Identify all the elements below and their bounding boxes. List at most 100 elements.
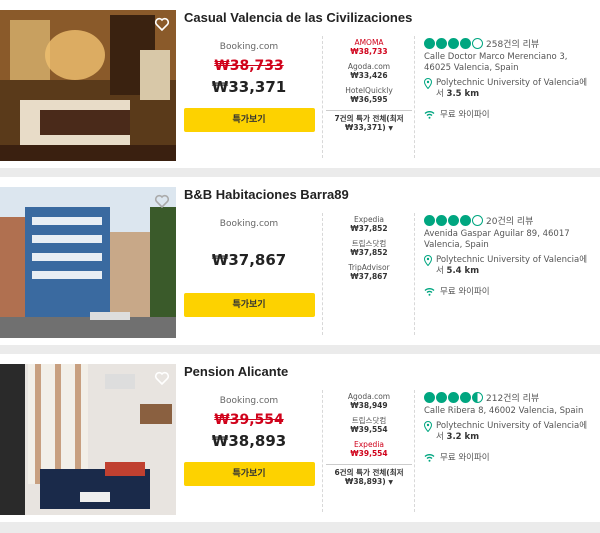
rating-bubble (436, 391, 447, 403)
offer-item[interactable]: Expedia ₩37,852 (326, 215, 412, 233)
offer-price: ₩38,733 (350, 47, 388, 56)
review-count[interactable]: 212건의 리뷰 (486, 391, 539, 404)
rating-bubble (424, 214, 435, 226)
rating-bubble (472, 391, 483, 403)
landmark-distance: Polytechnic University of Valencia에서 5.4… (424, 255, 594, 277)
divider (414, 36, 415, 158)
all-deals-price: ₩38,893) (345, 477, 386, 486)
offer-item[interactable]: Agoda.com ₩38,949 (326, 392, 412, 410)
landmark-distance: Polytechnic University of Valencia에서 3.5… (424, 78, 594, 100)
rating[interactable]: 258건의 리뷰 (424, 36, 594, 50)
wifi-icon (424, 287, 435, 296)
amenity-label: 무료 와이파이 (440, 287, 490, 297)
hotel-photo[interactable] (0, 10, 176, 161)
offer-item[interactable]: 트립스닷컴 ₩39,554 (326, 416, 412, 434)
rating-bubble (448, 391, 459, 403)
other-offers: Expedia ₩37,852 트립스닷컴 ₩37,852 TripAdviso… (326, 215, 412, 287)
original-price: ₩39,554 (214, 412, 284, 428)
offer-price: ₩37,852 (350, 248, 388, 257)
offer-provider: 트립스닷컴 (351, 416, 387, 425)
hotel-name[interactable]: B&B Habitaciones Barra89 (184, 187, 349, 202)
rating-bubbles (424, 214, 483, 226)
rating-bubble (436, 37, 447, 49)
rating[interactable]: 20건의 리뷰 (424, 213, 594, 227)
view-deal-button[interactable]: 특가보기 (183, 462, 315, 486)
amenity: 무료 와이파이 (424, 108, 594, 120)
hotel-address: Calle Doctor Marco Merenciano 3, 46025 V… (424, 52, 568, 73)
offer-item[interactable]: Agoda.com ₩33,426 (326, 62, 412, 80)
offer-item[interactable]: HotelQuickly ₩36,595 (326, 86, 412, 104)
view-deal-button[interactable]: 특가보기 (183, 293, 315, 317)
offer-price: ₩38,949 (350, 401, 388, 410)
chevron-down-icon: ▼ (388, 479, 393, 486)
rating-bubble (472, 214, 483, 226)
distance: 3.2 km (446, 432, 480, 442)
amenity-label: 무료 와이파이 (440, 110, 490, 120)
rating-bubble (472, 37, 483, 49)
rating[interactable]: 212건의 리뷰 (424, 390, 594, 404)
provider-name: Booking.com (219, 219, 279, 229)
main-offer: Booking.com ₩39,554 ₩38,893 특가보기 (183, 390, 315, 486)
rating-bubbles (424, 37, 483, 49)
distance: 5.4 km (446, 266, 480, 276)
offer-price: ₩39,554 (350, 449, 388, 458)
offer-item[interactable]: AMOMA ₩38,733 (326, 38, 412, 56)
offer-item[interactable]: Expedia ₩39,554 (326, 440, 412, 458)
provider-name: Booking.com (219, 396, 279, 406)
hotel-address: Calle Ribera 8, 46002 Valencia, Spain (424, 406, 584, 416)
offer-price: ₩36,595 (350, 95, 388, 104)
view-deal-button[interactable]: 특가보기 (183, 108, 315, 132)
offer-provider: Agoda.com (347, 392, 391, 401)
rating-bubble (424, 37, 435, 49)
map-pin-icon (424, 421, 432, 432)
map-pin-icon (424, 255, 432, 266)
all-deals-link[interactable]: 6건의 특가 전체(최저 ₩38,893) ▼ (326, 464, 412, 487)
offer-item[interactable]: 트립스닷컴 ₩37,852 (326, 239, 412, 257)
rating-bubble (448, 214, 459, 226)
provider-name: Booking.com (219, 42, 279, 52)
divider (414, 213, 415, 335)
other-offers: Agoda.com ₩38,949 트립스닷컴 ₩39,554 Expedia … (326, 392, 412, 487)
hotel-card: Casual Valencia de las Civilizaciones Bo… (0, 0, 600, 177)
hotel-name[interactable]: Pension Alicante (184, 364, 288, 379)
heart-icon[interactable] (154, 370, 170, 386)
offer-provider: TripAdvisor (348, 263, 390, 272)
divider (414, 390, 415, 512)
hotel-name[interactable]: Casual Valencia de las Civilizaciones (184, 10, 412, 25)
hotel-info: 258건의 리뷰 Calle Doctor Marco Merenciano 3… (424, 36, 594, 120)
hotel-address: Avenida Gaspar Aguilar 89, 46017 Valenci… (424, 229, 570, 250)
review-count[interactable]: 258건의 리뷰 (486, 37, 539, 50)
amenity: 무료 와이파이 (424, 451, 594, 463)
rating-bubble (460, 37, 471, 49)
offer-provider: HotelQuickly (345, 86, 393, 95)
offer-provider: Expedia (354, 215, 384, 224)
amenity-label: 무료 와이파이 (440, 453, 490, 463)
all-deals-price: ₩33,371) (345, 123, 386, 132)
review-count[interactable]: 20건의 리뷰 (486, 214, 533, 227)
deal-price: ₩38,893 (211, 432, 287, 450)
offer-provider: Expedia (354, 440, 384, 449)
hotel-photo[interactable] (0, 187, 176, 338)
other-offers: AMOMA ₩38,733 Agoda.com ₩33,426 HotelQui… (326, 38, 412, 133)
divider (322, 390, 323, 512)
all-deals-label: 7건의 특가 전체(최저 (334, 114, 404, 123)
main-offer: Booking.com ₩38,733 ₩33,371 특가보기 (183, 36, 315, 132)
map-pin-icon (424, 78, 432, 89)
chevron-down-icon: ▼ (388, 125, 393, 132)
offer-item[interactable]: TripAdvisor ₩37,867 (326, 263, 412, 281)
wifi-icon (424, 110, 435, 119)
divider (322, 213, 323, 335)
rating-bubble (436, 214, 447, 226)
offer-price: ₩33,426 (350, 71, 388, 80)
rating-bubble (424, 391, 435, 403)
wifi-icon (424, 453, 435, 462)
hotel-photo[interactable] (0, 364, 176, 515)
deal-price: ₩37,867 (211, 251, 287, 269)
distance: 3.5 km (446, 89, 480, 99)
heart-icon[interactable] (154, 16, 170, 32)
offer-provider: Agoda.com (347, 62, 391, 71)
hotel-card: Pension Alicante Booking.com ₩39,554 ₩38… (0, 354, 600, 531)
all-deals-link[interactable]: 7건의 특가 전체(최저 ₩33,371) ▼ (326, 110, 412, 133)
offer-price: ₩39,554 (350, 425, 388, 434)
heart-icon[interactable] (154, 193, 170, 209)
